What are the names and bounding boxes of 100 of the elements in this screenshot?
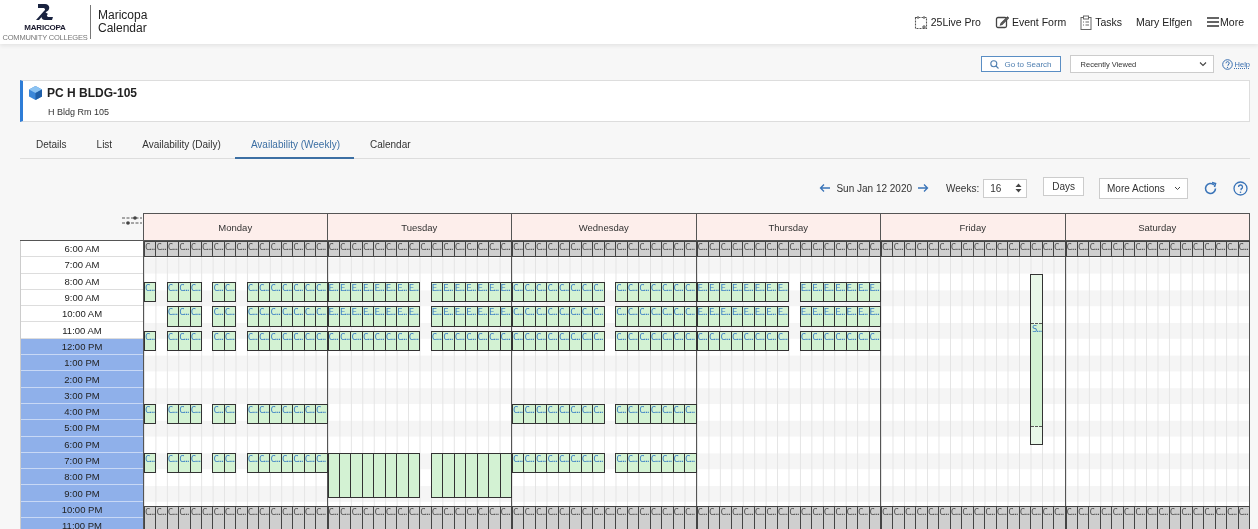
blackout-block[interactable]: C… bbox=[488, 505, 501, 529]
event-block[interactable]: E… bbox=[373, 281, 386, 303]
event-block[interactable]: C… bbox=[615, 452, 628, 474]
tab[interactable]: Calendar bbox=[354, 132, 425, 159]
event-block[interactable]: C… bbox=[212, 330, 225, 351]
blackout-block[interactable]: C… bbox=[811, 505, 824, 529]
event-block[interactable]: C… bbox=[523, 452, 536, 474]
blackout-block[interactable]: C… bbox=[684, 241, 697, 258]
blackout-block[interactable]: C… bbox=[155, 241, 168, 258]
event-block[interactable]: C… bbox=[638, 330, 651, 351]
event-block[interactable]: C… bbox=[523, 281, 536, 303]
blackout-block[interactable]: C… bbox=[892, 505, 905, 529]
event-block[interactable]: E… bbox=[834, 281, 847, 303]
blackout-block[interactable]: C… bbox=[938, 241, 951, 258]
blackout-block[interactable]: C… bbox=[915, 505, 928, 529]
blackout-block[interactable]: C… bbox=[938, 505, 951, 529]
event-block[interactable]: C… bbox=[269, 330, 282, 351]
blackout-block[interactable]: C… bbox=[615, 241, 628, 258]
blackout-block[interactable]: C… bbox=[546, 241, 559, 258]
event-block[interactable]: C… bbox=[258, 330, 271, 351]
event-block[interactable]: C… bbox=[258, 306, 271, 327]
blackout-block[interactable]: C… bbox=[857, 241, 870, 258]
event-block[interactable]: C… bbox=[811, 330, 824, 351]
nav-link[interactable]: Event Form bbox=[994, 15, 1067, 29]
event-block[interactable]: C… bbox=[546, 330, 559, 351]
blackout-block[interactable]: C… bbox=[881, 241, 894, 258]
blackout-block[interactable]: C… bbox=[915, 241, 928, 258]
arrow-left-icon[interactable] bbox=[819, 183, 832, 193]
event-block[interactable]: C… bbox=[269, 306, 282, 327]
blackout-block[interactable]: C… bbox=[512, 241, 525, 258]
blackout-block[interactable]: C… bbox=[315, 505, 328, 529]
blackout-block[interactable]: C… bbox=[615, 505, 628, 529]
event-block[interactable]: C… bbox=[615, 306, 628, 327]
event-block[interactable]: C… bbox=[178, 452, 191, 474]
days-button[interactable]: Days bbox=[1043, 176, 1084, 196]
event-block[interactable]: C… bbox=[661, 404, 674, 425]
event-block[interactable]: C… bbox=[834, 330, 847, 351]
blackout-block[interactable]: C… bbox=[788, 241, 801, 258]
blackout-block[interactable]: C… bbox=[684, 505, 697, 529]
event-block[interactable] bbox=[373, 452, 386, 498]
blackout-block[interactable]: C… bbox=[984, 241, 997, 258]
event-block[interactable]: C… bbox=[315, 306, 328, 327]
event-block[interactable]: E… bbox=[765, 306, 778, 327]
event-block[interactable]: C… bbox=[592, 330, 605, 351]
event-block[interactable]: E… bbox=[350, 306, 363, 327]
event-block[interactable]: S… bbox=[1030, 273, 1043, 445]
refresh-icon[interactable] bbox=[1203, 180, 1218, 196]
event-block[interactable]: E… bbox=[719, 281, 732, 303]
event-block[interactable]: C… bbox=[292, 452, 305, 474]
blackout-block[interactable]: C… bbox=[765, 241, 778, 258]
event-block[interactable]: E… bbox=[765, 281, 778, 303]
event-block[interactable]: C… bbox=[546, 281, 559, 303]
event-block[interactable]: C… bbox=[292, 306, 305, 327]
event-block[interactable]: C… bbox=[178, 330, 191, 351]
event-block[interactable]: C… bbox=[373, 330, 386, 351]
blackout-block[interactable]: C… bbox=[442, 505, 455, 529]
event-block[interactable]: C… bbox=[292, 330, 305, 351]
event-block[interactable]: C… bbox=[315, 452, 328, 474]
blackout-block[interactable]: C… bbox=[292, 241, 305, 258]
event-block[interactable]: C… bbox=[719, 330, 732, 351]
blackout-block[interactable]: C… bbox=[788, 505, 801, 529]
blackout-block[interactable]: C… bbox=[373, 505, 386, 529]
blackout-block[interactable]: C… bbox=[1030, 505, 1043, 529]
event-block[interactable]: C… bbox=[144, 452, 157, 474]
user-link[interactable]: Mary Elfgen bbox=[1136, 16, 1193, 28]
blackout-block[interactable]: C… bbox=[1088, 241, 1101, 258]
event-block[interactable]: C… bbox=[569, 452, 582, 474]
blackout-block[interactable]: C… bbox=[1180, 241, 1193, 258]
blackout-block[interactable]: C… bbox=[1111, 241, 1124, 258]
blackout-block[interactable]: C… bbox=[144, 241, 157, 258]
blackout-block[interactable]: C… bbox=[292, 505, 305, 529]
event-block[interactable]: C… bbox=[661, 452, 674, 474]
blackout-block[interactable]: C… bbox=[512, 505, 525, 529]
blackout-block[interactable]: C… bbox=[719, 241, 732, 258]
event-block[interactable]: C… bbox=[546, 404, 559, 425]
event-block[interactable]: C… bbox=[523, 330, 536, 351]
blackout-block[interactable]: C… bbox=[465, 505, 478, 529]
event-block[interactable]: C… bbox=[857, 330, 870, 351]
event-block[interactable]: C… bbox=[684, 452, 697, 474]
event-block[interactable]: C… bbox=[638, 306, 651, 327]
blackout-block[interactable]: C… bbox=[892, 241, 905, 258]
event-block[interactable]: C… bbox=[684, 330, 697, 351]
event-block[interactable]: C… bbox=[546, 452, 559, 474]
event-block[interactable]: C… bbox=[512, 306, 525, 327]
blackout-block[interactable]: C… bbox=[178, 241, 191, 258]
event-block[interactable]: C… bbox=[742, 330, 755, 351]
blackout-block[interactable]: C… bbox=[235, 505, 248, 529]
event-block[interactable]: C… bbox=[512, 330, 525, 351]
blackout-block[interactable]: C… bbox=[569, 241, 582, 258]
event-block[interactable]: C… bbox=[178, 404, 191, 425]
blackout-block[interactable]: C… bbox=[315, 241, 328, 258]
event-block[interactable]: C… bbox=[269, 452, 282, 474]
event-block[interactable] bbox=[488, 452, 501, 498]
event-block[interactable]: C… bbox=[684, 306, 697, 327]
blackout-block[interactable]: C… bbox=[201, 505, 214, 529]
event-block[interactable]: E… bbox=[442, 306, 455, 327]
blackout-block[interactable]: C… bbox=[661, 505, 674, 529]
event-block[interactable]: E… bbox=[857, 306, 870, 327]
filter-icon[interactable] bbox=[121, 214, 143, 227]
blackout-block[interactable]: C… bbox=[961, 505, 974, 529]
